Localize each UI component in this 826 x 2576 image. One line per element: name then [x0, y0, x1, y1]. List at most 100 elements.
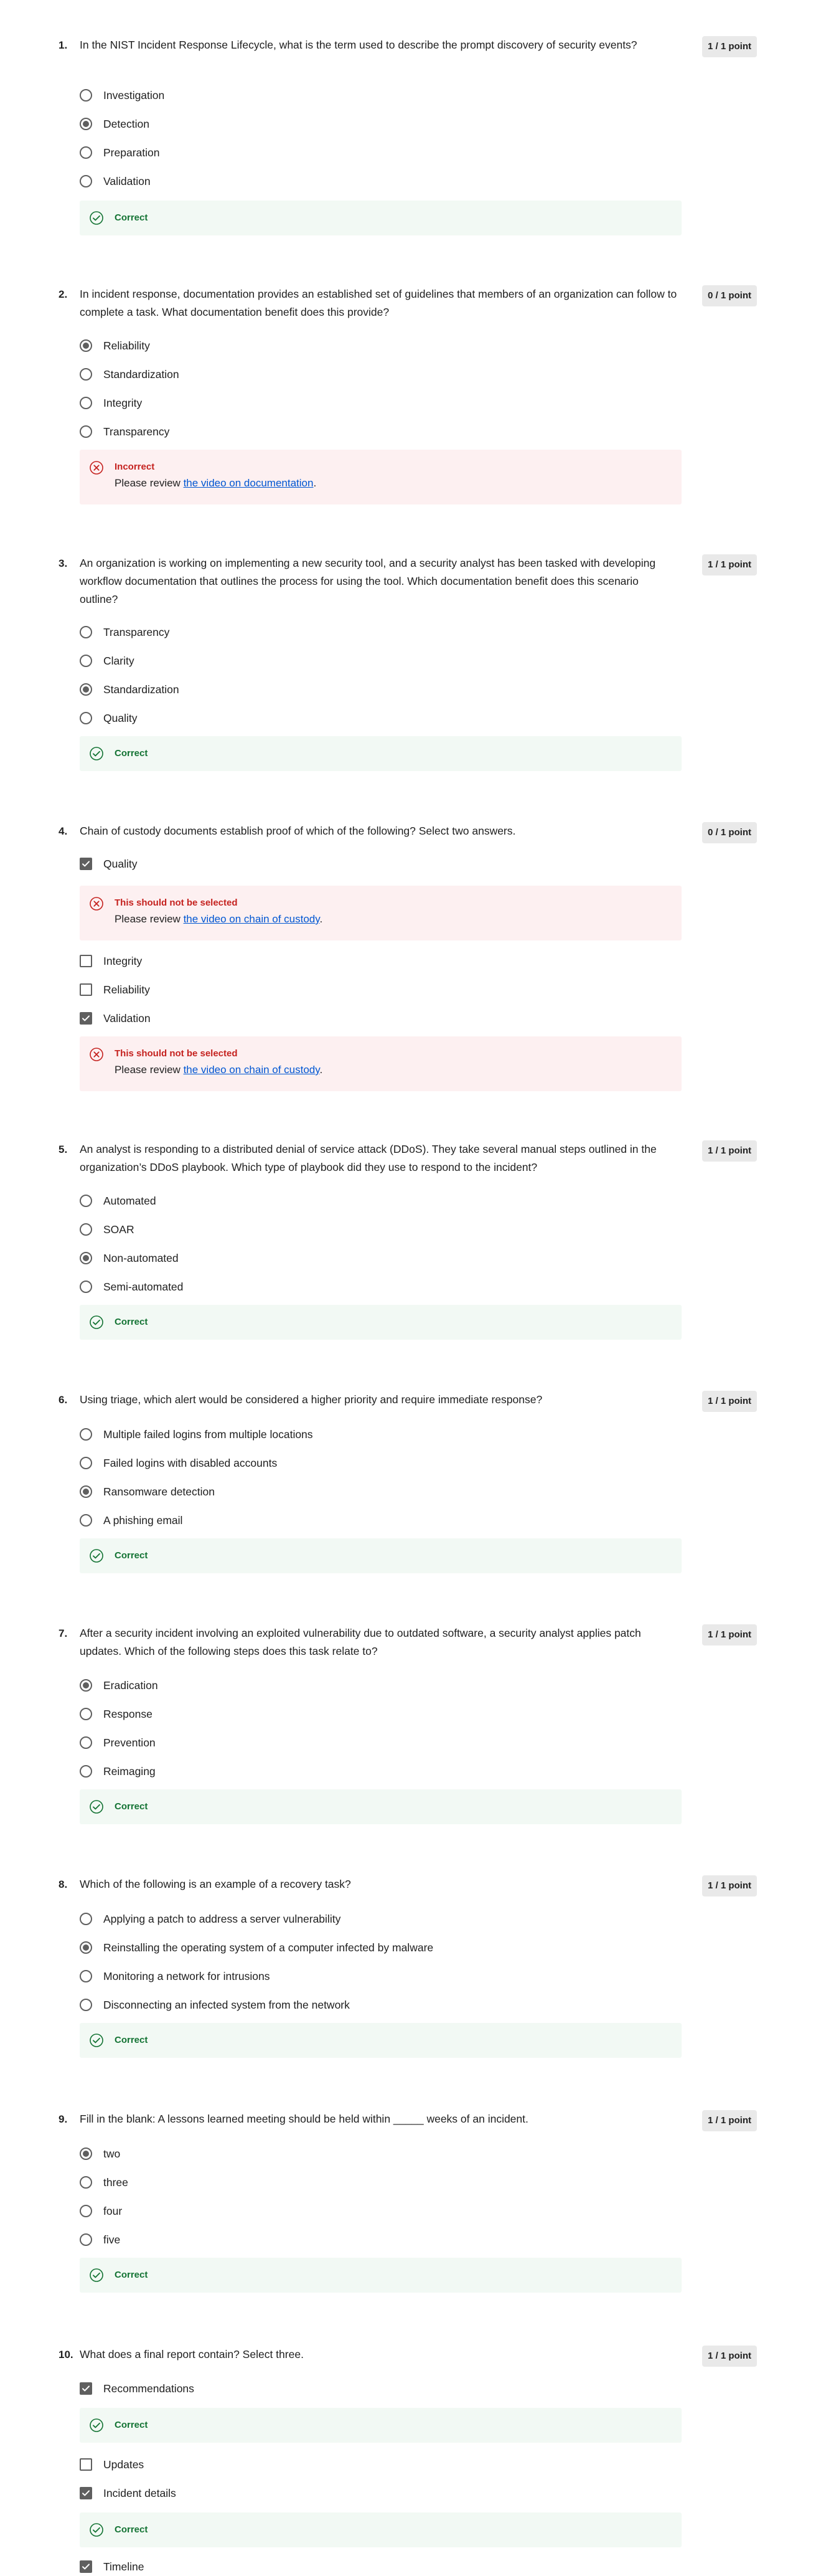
radio-unselected-icon[interactable] — [80, 89, 92, 102]
option-integrity[interactable]: Integrity — [80, 952, 142, 970]
feedback-title: Correct — [115, 2524, 148, 2535]
option-three[interactable]: three — [80, 2173, 128, 2192]
radio-unselected-icon[interactable] — [80, 1281, 92, 1293]
radio-unselected-icon[interactable] — [80, 2176, 92, 2189]
checkbox-checked-icon[interactable] — [80, 1012, 92, 1025]
checkbox-unchecked-icon[interactable] — [80, 2458, 92, 2471]
quiz-results: 1. In the NIST Incident Response Lifecyc… — [0, 0, 826, 2576]
radio-unselected-icon[interactable] — [80, 146, 92, 159]
checkbox-checked-icon[interactable] — [80, 2560, 92, 2573]
option-four[interactable]: four — [80, 2202, 122, 2220]
feedback-correct: Correct — [80, 1789, 682, 1824]
option-reinstalling-os[interactable]: Reinstalling the operating system of a c… — [80, 1938, 433, 1957]
review-video-link[interactable]: the video on chain of custody — [184, 913, 320, 925]
radio-unselected-icon[interactable] — [80, 712, 92, 724]
option-standardization[interactable]: Standardization — [80, 680, 179, 699]
checkbox-checked-icon[interactable] — [80, 858, 92, 870]
option-quality[interactable]: Quality — [80, 855, 137, 873]
radio-unselected-icon[interactable] — [80, 175, 92, 187]
radio-unselected-icon[interactable] — [80, 1970, 92, 1982]
radio-unselected-icon[interactable] — [80, 1999, 92, 2011]
option-monitoring-network[interactable]: Monitoring a network for intrusions — [80, 1967, 270, 1986]
radio-selected-icon[interactable] — [80, 1485, 92, 1498]
option-eradication[interactable]: Eradication — [80, 1676, 158, 1695]
option-phishing-email[interactable]: A phishing email — [80, 1511, 182, 1530]
radio-selected-icon[interactable] — [80, 339, 92, 352]
option-ransomware-detection[interactable]: Ransomware detection — [80, 1482, 215, 1501]
option-label: Response — [103, 1707, 153, 1720]
review-video-link[interactable]: the video on chain of custody — [184, 1064, 320, 1076]
feedback-title: Correct — [115, 2420, 148, 2430]
option-investigation[interactable]: Investigation — [80, 86, 164, 105]
radio-unselected-icon[interactable] — [80, 425, 92, 438]
option-five[interactable]: five — [80, 2230, 120, 2249]
radio-unselected-icon[interactable] — [80, 626, 92, 638]
radio-selected-icon[interactable] — [80, 118, 92, 130]
option-multiple-failed-logins[interactable]: Multiple failed logins from multiple loc… — [80, 1425, 313, 1444]
option-semi-automated[interactable]: Semi-automated — [80, 1277, 183, 1296]
option-prevention[interactable]: Prevention — [80, 1733, 156, 1752]
question-number: 3. — [59, 557, 68, 569]
checkbox-checked-icon[interactable] — [80, 2382, 92, 2395]
option-label: Automated — [103, 1194, 156, 1207]
radio-selected-icon[interactable] — [80, 1679, 92, 1692]
checkbox-checked-icon[interactable] — [80, 2487, 92, 2499]
radio-unselected-icon[interactable] — [80, 397, 92, 409]
option-reliability[interactable]: Reliability — [80, 980, 150, 999]
option-validation[interactable]: Validation — [80, 172, 151, 191]
check-circle-icon — [90, 211, 103, 225]
option-transparency[interactable]: Transparency — [80, 623, 169, 642]
option-quality[interactable]: Quality — [80, 709, 137, 727]
option-soar[interactable]: SOAR — [80, 1220, 134, 1239]
option-label: Failed logins with disabled accounts — [103, 1456, 278, 1469]
option-automated[interactable]: Automated — [80, 1191, 156, 1210]
question-number: 2. — [59, 288, 68, 300]
feedback-message: Please review the video on chain of cust… — [115, 1062, 682, 1078]
radio-selected-icon[interactable] — [80, 1941, 92, 1954]
option-clarity[interactable]: Clarity — [80, 651, 134, 670]
radio-unselected-icon[interactable] — [80, 1913, 92, 1925]
radio-unselected-icon[interactable] — [80, 2233, 92, 2246]
radio-unselected-icon[interactable] — [80, 368, 92, 381]
option-reimaging[interactable]: Reimaging — [80, 1762, 156, 1781]
option-disconnecting-system[interactable]: Disconnecting an infected system from th… — [80, 1996, 350, 2014]
option-preparation[interactable]: Preparation — [80, 143, 159, 162]
radio-selected-icon[interactable] — [80, 2147, 92, 2160]
radio-unselected-icon[interactable] — [80, 1514, 92, 1527]
review-video-link[interactable]: the video on documentation — [184, 477, 314, 489]
radio-unselected-icon[interactable] — [80, 1457, 92, 1469]
checkbox-unchecked-icon[interactable] — [80, 955, 92, 967]
radio-unselected-icon[interactable] — [80, 1195, 92, 1207]
radio-unselected-icon[interactable] — [80, 2205, 92, 2217]
option-detection[interactable]: Detection — [80, 115, 149, 133]
option-reliability[interactable]: Reliability — [80, 336, 150, 355]
radio-selected-icon[interactable] — [80, 683, 92, 696]
option-standardization[interactable]: Standardization — [80, 365, 179, 384]
option-validation[interactable]: Validation — [80, 1009, 151, 1028]
question-text: After a security incident involving an e… — [80, 1627, 641, 1657]
option-timeline[interactable]: Timeline — [80, 2557, 144, 2576]
option-two[interactable]: two — [80, 2144, 120, 2163]
radio-unselected-icon[interactable] — [80, 655, 92, 667]
option-label: Validation — [103, 174, 151, 187]
option-response[interactable]: Response — [80, 1705, 153, 1723]
radio-unselected-icon[interactable] — [80, 1765, 92, 1778]
option-label: Standardization — [103, 367, 179, 381]
option-recommendations[interactable]: Recommendations — [80, 2379, 194, 2398]
option-transparency[interactable]: Transparency — [80, 422, 169, 441]
checkbox-unchecked-icon[interactable] — [80, 983, 92, 996]
feedback-incorrect: This should not be selected Please revie… — [80, 886, 682, 940]
radio-unselected-icon[interactable] — [80, 1736, 92, 1749]
option-non-automated[interactable]: Non-automated — [80, 1249, 179, 1267]
option-label: two — [103, 2147, 121, 2160]
option-failed-logins-disabled[interactable]: Failed logins with disabled accounts — [80, 1454, 277, 1472]
radio-unselected-icon[interactable] — [80, 1223, 92, 1236]
option-integrity[interactable]: Integrity — [80, 394, 142, 412]
option-incident-details[interactable]: Incident details — [80, 2484, 176, 2503]
radio-selected-icon[interactable] — [80, 1252, 92, 1264]
radio-unselected-icon[interactable] — [80, 1428, 92, 1441]
option-applying-patch[interactable]: Applying a patch to address a server vul… — [80, 1910, 340, 1928]
radio-unselected-icon[interactable] — [80, 1708, 92, 1720]
option-updates[interactable]: Updates — [80, 2455, 144, 2474]
option-label: Transparency — [103, 425, 170, 438]
